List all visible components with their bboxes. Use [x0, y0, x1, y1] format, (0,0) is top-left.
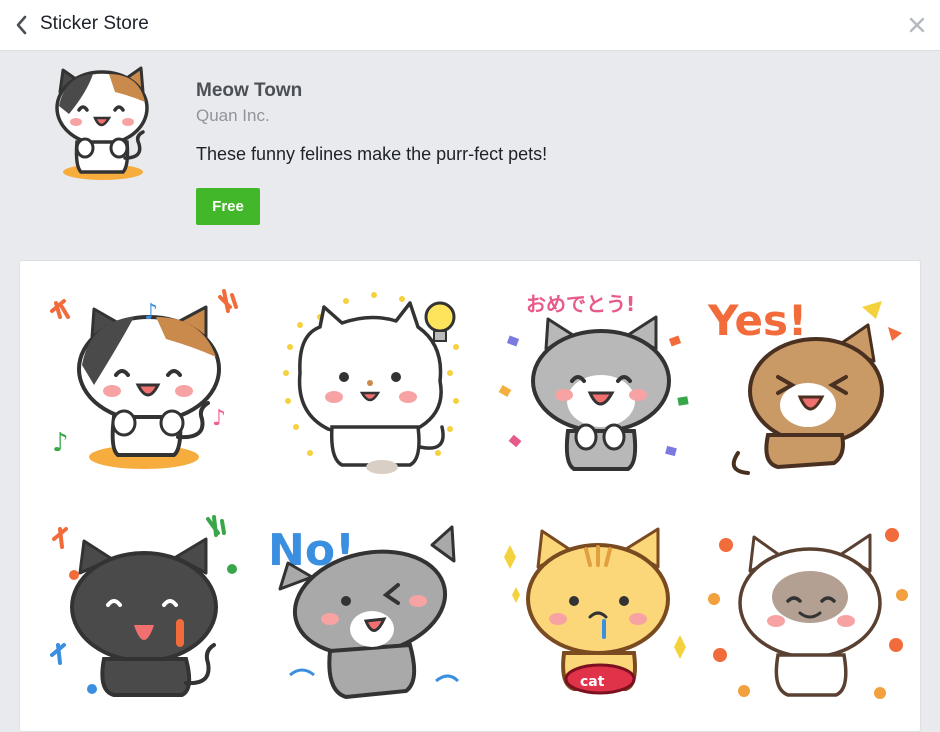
sticker-caption-congrats: おめでとう! — [526, 292, 635, 316]
sticker-tabby-cat-yes[interactable]: Yes! — [696, 277, 916, 487]
pack-name: Meow Town — [196, 80, 303, 101]
sticker-grey-cat-congrats[interactable]: おめでとう! — [486, 277, 706, 487]
sticker-white-cat-idea[interactable] — [260, 277, 480, 487]
sticker-orange-tabby-cat[interactable]: cat — [486, 505, 706, 715]
svg-text:♪: ♪ — [212, 406, 226, 431]
back-button[interactable] — [10, 12, 34, 38]
free-download-button[interactable]: Free — [196, 188, 260, 225]
close-button[interactable] — [908, 16, 926, 34]
svg-text:♪: ♪ — [144, 300, 158, 325]
chevron-left-icon — [16, 15, 27, 35]
sticker-pack-thumbnail — [45, 62, 161, 184]
close-icon — [909, 17, 925, 33]
pack-author[interactable]: Quan Inc. — [196, 106, 270, 126]
top-bar: Sticker Store — [0, 0, 940, 51]
sticker-grey-tabby-cat-no[interactable]: No! — [260, 505, 480, 715]
sticker-siamese-cat[interactable] — [696, 505, 916, 715]
sticker-calico-cat[interactable]: ♪ ♪ ♪ — [34, 277, 254, 487]
sticker-caption-yes: Yes! — [707, 296, 807, 345]
pack-description: These funny felines make the purr-fect p… — [196, 144, 548, 164]
page-title: Sticker Store — [40, 13, 149, 34]
sticker-black-cat[interactable] — [34, 505, 254, 715]
svg-text:♪: ♪ — [52, 428, 69, 458]
sticker-caption-cat: cat — [580, 674, 605, 690]
sticker-grid: ♪ ♪ ♪ おめでとう! Yes! No! cat — [19, 260, 921, 732]
